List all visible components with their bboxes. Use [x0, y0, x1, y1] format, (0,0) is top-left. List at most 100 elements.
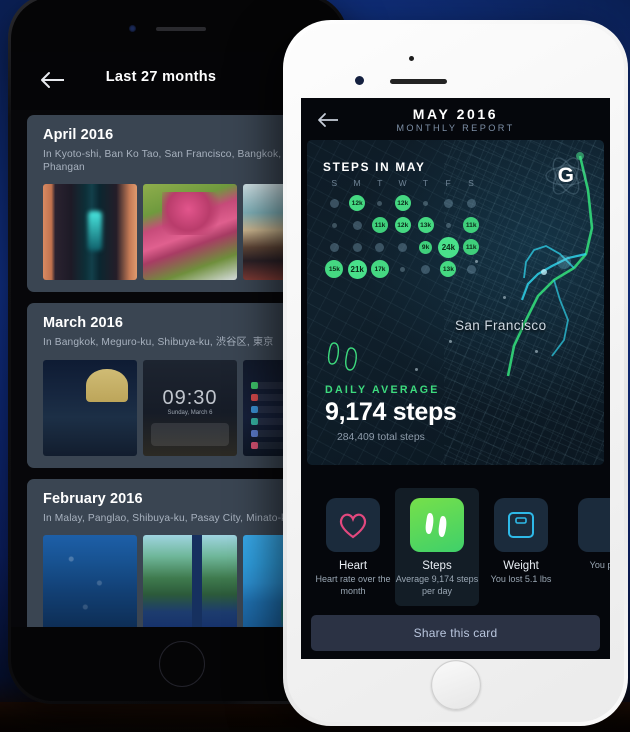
- steps-day-cell[interactable]: [391, 258, 414, 280]
- steps-day-dot-empty: [467, 199, 476, 208]
- steps-day-dot-active: 21k: [348, 260, 367, 279]
- steps-section-title: STEPS IN MAY: [323, 160, 426, 174]
- phone-white-body: MAY 2016 MONTHLY REPORT San Francisco G …: [287, 24, 624, 722]
- steps-day-cell[interactable]: 13k: [414, 214, 437, 236]
- earpiece-speaker: [390, 79, 447, 84]
- map-city-label: San Francisco: [455, 318, 547, 333]
- steps-day-cell[interactable]: [460, 258, 483, 280]
- steps-day-cell[interactable]: [414, 258, 437, 280]
- share-this-card-button[interactable]: Share this card: [311, 615, 600, 651]
- steps-day-cell[interactable]: [346, 236, 369, 258]
- lockscreen-statusbar: [143, 364, 237, 370]
- monthly-report-screen: MAY 2016 MONTHLY REPORT San Francisco G …: [301, 98, 610, 659]
- front-camera-icon: [129, 25, 136, 32]
- footprints-icon: [325, 340, 365, 374]
- steps-week-row: 12k 12k: [323, 192, 483, 214]
- steps-day-dot-empty: [353, 243, 362, 252]
- lockscreen-time: 09:30: [143, 387, 237, 410]
- steps-day-dot-empty: [330, 243, 339, 252]
- steps-day-dot-active: 11k: [463, 217, 479, 233]
- steps-day-dot-active: 9k: [419, 241, 432, 254]
- steps-day-cell[interactable]: 11k: [460, 214, 483, 236]
- report-subtitle: MONTHLY REPORT: [301, 123, 610, 133]
- photo-thumbnail[interactable]: [143, 535, 237, 627]
- steps-day-dot-empty: [377, 201, 382, 206]
- metric-tile-partial[interactable]: You per: [563, 488, 610, 572]
- steps-day-cell[interactable]: 9k: [414, 236, 437, 258]
- weekday-label: T: [414, 178, 437, 188]
- steps-day-cell[interactable]: 21k: [346, 258, 369, 280]
- photo-thumbnail[interactable]: [43, 184, 137, 280]
- weekday-label: S: [323, 178, 346, 188]
- metric-tile-desc: Average 9,174 steps per day: [395, 574, 479, 597]
- steps-day-cell[interactable]: [460, 192, 483, 214]
- weekday-label: F: [437, 178, 460, 188]
- steps-day-cell[interactable]: 17k: [369, 258, 392, 280]
- steps-day-dot-active: 12k: [349, 195, 365, 211]
- lockscreen-date: Sunday, March 6: [143, 410, 237, 416]
- brand-letter: G: [558, 164, 574, 188]
- photo-thumbnail[interactable]: [143, 184, 237, 280]
- lockscreen-notification: [151, 423, 230, 446]
- daily-average-value: 9,174 steps: [325, 398, 457, 427]
- steps-day-cell[interactable]: 12k: [391, 192, 414, 214]
- proximity-sensor-icon: [409, 56, 414, 61]
- weekday-label: W: [391, 178, 414, 188]
- steps-day-cell[interactable]: 24k: [437, 236, 460, 258]
- steps-day-dot-active: 11k: [463, 239, 479, 255]
- metric-tile-name: Weight: [479, 560, 563, 572]
- daily-average-label: DAILY AVERAGE: [325, 384, 440, 396]
- metric-tile-name: Steps: [395, 560, 479, 572]
- steps-day-dot-active: 13k: [418, 217, 434, 233]
- steps-day-cell[interactable]: 12k: [346, 192, 369, 214]
- steps-day-dot-active: 11k: [372, 217, 388, 233]
- steps-day-dot-empty: [400, 267, 405, 272]
- steps-day-cell[interactable]: [369, 236, 392, 258]
- steps-day-dot-active: 13k: [440, 261, 456, 277]
- steps-day-dot-active: 15k: [325, 260, 343, 278]
- metric-tile-weight[interactable]: Weight You lost 5.1 lbs: [479, 488, 563, 586]
- photo-thumbnail[interactable]: [43, 360, 137, 456]
- steps-day-dot-empty: [353, 221, 362, 230]
- scale-icon: [494, 498, 548, 552]
- steps-day-dot-empty: [467, 265, 476, 274]
- steps-day-dot-empty: [446, 223, 451, 228]
- steps-day-cell[interactable]: 13k: [437, 258, 460, 280]
- photo-thumbnail[interactable]: [43, 535, 137, 627]
- photo-thumbnail[interactable]: 09:30 Sunday, March 6: [143, 360, 237, 456]
- partial-icon: [578, 498, 610, 552]
- steps-day-cell[interactable]: [323, 214, 346, 236]
- steps-day-cell[interactable]: [437, 214, 460, 236]
- metric-tile-desc: Heart rate over the month: [311, 574, 395, 597]
- weekday-label: S: [460, 178, 483, 188]
- front-camera-icon: [355, 76, 364, 85]
- steps-day-dot-active: 17k: [371, 260, 389, 278]
- steps-day-cell[interactable]: [414, 192, 437, 214]
- report-title: MAY 2016: [301, 106, 610, 122]
- steps-day-cell[interactable]: [391, 236, 414, 258]
- steps-day-cell[interactable]: 11k: [369, 214, 392, 236]
- heart-icon: [326, 498, 380, 552]
- report-topbar: MAY 2016 MONTHLY REPORT: [301, 98, 610, 140]
- steps-day-cell[interactable]: 12k: [391, 214, 414, 236]
- steps-day-cell[interactable]: [369, 192, 392, 214]
- steps-day-cell[interactable]: [437, 192, 460, 214]
- metric-tile-steps[interactable]: Steps Average 9,174 steps per day: [395, 488, 479, 606]
- steps-heatmap-grid: 12k 12k 11k 12k 13k 11k 9k 24k 11k 15k 21k 17k 13k: [323, 192, 483, 280]
- footprints-icon: [410, 498, 464, 552]
- home-button[interactable]: [159, 641, 205, 687]
- steps-day-cell[interactable]: [323, 236, 346, 258]
- steps-day-dot-empty: [398, 243, 407, 252]
- steps-day-cell[interactable]: [323, 192, 346, 214]
- metric-tile-name: Heart: [311, 560, 395, 572]
- steps-day-dot-empty: [375, 243, 384, 252]
- steps-day-cell[interactable]: 15k: [323, 258, 346, 280]
- steps-day-cell[interactable]: [346, 214, 369, 236]
- earpiece-speaker: [156, 27, 206, 31]
- home-button[interactable]: [431, 660, 481, 710]
- steps-day-dot-empty: [421, 265, 430, 274]
- metric-tile-heart[interactable]: Heart Heart rate over the month: [311, 488, 395, 597]
- steps-week-row: 15k 21k 17k 13k: [323, 258, 483, 280]
- steps-day-cell[interactable]: 11k: [460, 236, 483, 258]
- steps-day-dot-active: 12k: [395, 195, 411, 211]
